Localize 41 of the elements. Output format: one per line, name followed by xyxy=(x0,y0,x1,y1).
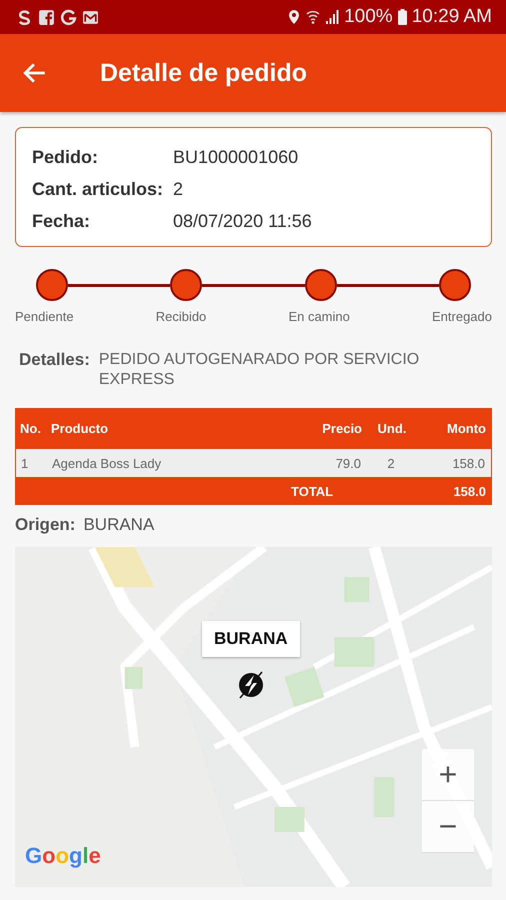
field-label: Fecha: xyxy=(32,210,92,233)
wifi-icon xyxy=(306,9,320,25)
zoom-out-button[interactable]: − xyxy=(422,801,474,853)
column-header: Precio xyxy=(321,421,362,436)
table-cell-text: 2 xyxy=(386,456,396,470)
origin-label: Origen: xyxy=(15,515,76,534)
g-icon xyxy=(60,8,77,26)
field-value: BU1000001060 xyxy=(173,146,298,169)
origin-value: BURANA xyxy=(83,515,154,534)
field-value: 08/07/2020 11:56 xyxy=(173,210,312,233)
table-cell-text: 79.0 xyxy=(334,456,361,470)
battery-level: 100% xyxy=(344,6,393,28)
table-cell-text: 158.0 xyxy=(451,456,486,470)
total-label: TOTAL xyxy=(291,484,334,498)
step-label: Recibido xyxy=(156,309,206,324)
table-cell-text: Agenda Boss Lady xyxy=(52,456,162,470)
battery-icon xyxy=(398,9,407,25)
column-header: Monto xyxy=(446,421,487,436)
marker-label: BURANA xyxy=(202,621,300,657)
field-label: Cant. articulos: xyxy=(32,178,164,201)
details-text: PEDIDO AUTOGENARADO POR SERVICIO EXPRESS xyxy=(98,350,420,390)
step-label: Entregado xyxy=(432,309,492,324)
details-label: Detalles: xyxy=(19,350,90,371)
field-value: 2 xyxy=(173,178,184,201)
signal-icon xyxy=(325,9,340,25)
column-header: No. xyxy=(19,421,42,436)
column-header: Und. xyxy=(376,421,408,436)
location-icon xyxy=(287,9,302,25)
column-header: Producto xyxy=(51,421,110,436)
zoom-in-button[interactable]: + xyxy=(422,749,474,801)
field-label: Pedido: xyxy=(32,146,99,169)
step-label: Pendiente xyxy=(15,309,74,324)
s-icon xyxy=(16,8,33,26)
map-attribution: Google xyxy=(25,843,101,869)
screen-title: Detalle de pedido xyxy=(100,58,307,88)
table-cell-text: 1 xyxy=(20,456,30,470)
mail-icon xyxy=(82,8,99,26)
facebook-icon xyxy=(38,8,55,26)
total-value: 158.0 xyxy=(453,484,487,498)
clock-time: 10:29 AM xyxy=(412,6,492,28)
step-label: En camino xyxy=(288,309,350,324)
